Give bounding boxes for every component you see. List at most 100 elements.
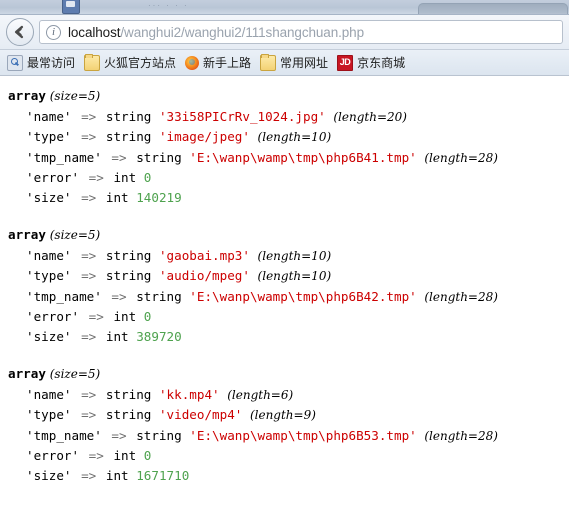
- entry-key: 'size': [26, 467, 72, 483]
- array-header: array (size=5): [8, 225, 569, 246]
- array-entry-row: 'error' => int 0: [8, 307, 569, 327]
- entry-arrow: =>: [88, 309, 104, 324]
- identity-info-icon[interactable]: i: [46, 24, 61, 40]
- entry-length: (length=10): [257, 269, 332, 283]
- entry-arrow: =>: [81, 247, 97, 263]
- entry-length: (length=9): [249, 408, 316, 422]
- bookmark-label: 常用网址: [280, 56, 329, 70]
- url-host: localhost: [68, 24, 121, 40]
- entry-arrow: =>: [111, 149, 127, 165]
- entry-key: 'tmp_name': [26, 149, 102, 165]
- array-entry-row: 'size' => int 1671710: [8, 466, 569, 486]
- array-entry-row: 'type' => string 'video/mp4' (length=9): [8, 405, 569, 426]
- entry-length: (length=6): [227, 387, 294, 402]
- entry-value: '33i58PICrRv_1024.jpg': [158, 108, 326, 124]
- entry-length: (length=28): [424, 428, 498, 443]
- bookmark-common-sites[interactable]: 常用网址: [258, 53, 333, 73]
- entry-key: 'name': [26, 386, 72, 402]
- array-entry-row: 'name' => string '33i58PICrRv_1024.jpg' …: [8, 107, 569, 128]
- bookmark-firefox-official[interactable]: 火狐官方站点: [82, 53, 181, 73]
- entry-type: int: [105, 328, 129, 344]
- folder-icon: [84, 53, 101, 71]
- entry-key: 'error': [26, 309, 80, 324]
- entry-length: (length=28): [424, 289, 498, 304]
- entry-arrow: =>: [81, 189, 97, 205]
- bookmark-label: 新手上路: [203, 56, 252, 70]
- entry-type: int: [113, 448, 137, 463]
- entry-key: 'error': [26, 448, 80, 463]
- entry-arrow: =>: [88, 448, 104, 463]
- tab-inactive[interactable]: [418, 3, 568, 14]
- entry-type: int: [113, 309, 137, 324]
- array-size-label: (size=5): [45, 367, 101, 381]
- entry-type: int: [105, 189, 129, 205]
- tab-title-partial: ··· · · ·: [148, 1, 189, 10]
- tab-favicon: [62, 0, 80, 14]
- bookmark-most-visited[interactable]: 最常访问: [5, 53, 80, 73]
- bookmark-jd[interactable]: JD 京东商城: [335, 53, 410, 73]
- var-dump-list: array (size=5)'name' => string '33i58PIC…: [8, 86, 569, 485]
- array-entry-row: 'tmp_name' => string 'E:\wanp\wamp\tmp\p…: [8, 287, 569, 308]
- entry-value: 'gaobai.mp3': [158, 247, 250, 263]
- entry-type: string: [105, 247, 152, 263]
- entry-type: string: [105, 386, 152, 402]
- entry-value: 389720: [136, 328, 182, 344]
- entry-length: (length=28): [424, 150, 498, 165]
- var-dump-block: array (size=5)'name' => string '33i58PIC…: [8, 86, 569, 207]
- entry-type: string: [105, 268, 152, 283]
- array-entry-row: 'name' => string 'gaobai.mp3' (length=10…: [8, 246, 569, 267]
- array-header: array (size=5): [8, 86, 569, 107]
- entry-value: 'kk.mp4': [158, 386, 220, 402]
- entry-length: (length=10): [257, 248, 332, 263]
- array-entry-row: 'type' => string 'audio/mpeg' (length=10…: [8, 266, 569, 287]
- entry-type: string: [105, 108, 152, 124]
- entry-length: (length=10): [257, 130, 332, 144]
- entry-value: 'audio/mpeg': [158, 268, 250, 283]
- entry-key: 'type': [26, 129, 72, 144]
- array-entry-row: 'error' => int 0: [8, 168, 569, 188]
- entry-type: string: [136, 149, 182, 165]
- entry-type: int: [105, 467, 129, 483]
- array-keyword: array: [8, 366, 46, 381]
- array-header: array (size=5): [8, 364, 569, 385]
- firefox-icon: [185, 55, 200, 70]
- url-bar[interactable]: i localhost/wanghui2/wanghui2/111shangch…: [39, 20, 563, 44]
- entry-arrow: =>: [81, 407, 97, 422]
- most-visited-icon: [7, 54, 23, 71]
- var-dump-block: array (size=5)'name' => string 'gaobai.m…: [8, 225, 569, 346]
- entry-type: int: [113, 170, 137, 185]
- url-text: localhost/wanghui2/wanghui2/111shangchua…: [68, 25, 364, 40]
- entry-arrow: =>: [81, 328, 97, 344]
- entry-arrow: =>: [81, 129, 97, 144]
- jd-icon: JD: [337, 54, 354, 71]
- array-size-label: (size=5): [45, 228, 101, 242]
- identity-icon-glyph: i: [51, 25, 56, 38]
- entry-key: 'size': [26, 328, 72, 344]
- page-content: array (size=5)'name' => string '33i58PIC…: [0, 76, 569, 516]
- entry-key: 'name': [26, 108, 72, 124]
- entry-type: string: [136, 288, 182, 304]
- entry-value: 1671710: [136, 467, 190, 483]
- entry-value: 'video/mp4': [158, 407, 243, 422]
- entry-type: string: [105, 407, 152, 422]
- navigation-toolbar: i localhost/wanghui2/wanghui2/111shangch…: [0, 15, 569, 50]
- var-dump-block: array (size=5)'name' => string 'kk.mp4' …: [8, 364, 569, 485]
- bookmark-getting-started[interactable]: 新手上路: [183, 53, 256, 73]
- entry-type: string: [105, 129, 152, 144]
- back-button[interactable]: [6, 18, 34, 46]
- array-entry-row: 'type' => string 'image/jpeg' (length=10…: [8, 127, 569, 148]
- entry-value: 'E:\wanp\wamp\tmp\php6B53.tmp': [189, 427, 417, 443]
- entry-type: string: [136, 427, 182, 443]
- entry-key: 'size': [26, 189, 72, 205]
- entry-key: 'error': [26, 170, 80, 185]
- entry-key: 'type': [26, 268, 72, 283]
- entry-key: 'tmp_name': [26, 427, 102, 443]
- bookmarks-bar: 最常访问 火狐官方站点 新手上路 常用网址 JD 京东商城: [0, 50, 569, 76]
- bookmark-label: 最常访问: [27, 56, 76, 70]
- array-entry-row: 'tmp_name' => string 'E:\wanp\wamp\tmp\p…: [8, 148, 569, 169]
- entry-value: 'E:\wanp\wamp\tmp\php6B41.tmp': [189, 149, 417, 165]
- browser-window: ··· · · · i localhost/wanghui2/wanghui2/…: [0, 0, 569, 516]
- folder-icon: [260, 53, 277, 71]
- entry-key: 'tmp_name': [26, 288, 102, 304]
- array-size-label: (size=5): [45, 89, 101, 103]
